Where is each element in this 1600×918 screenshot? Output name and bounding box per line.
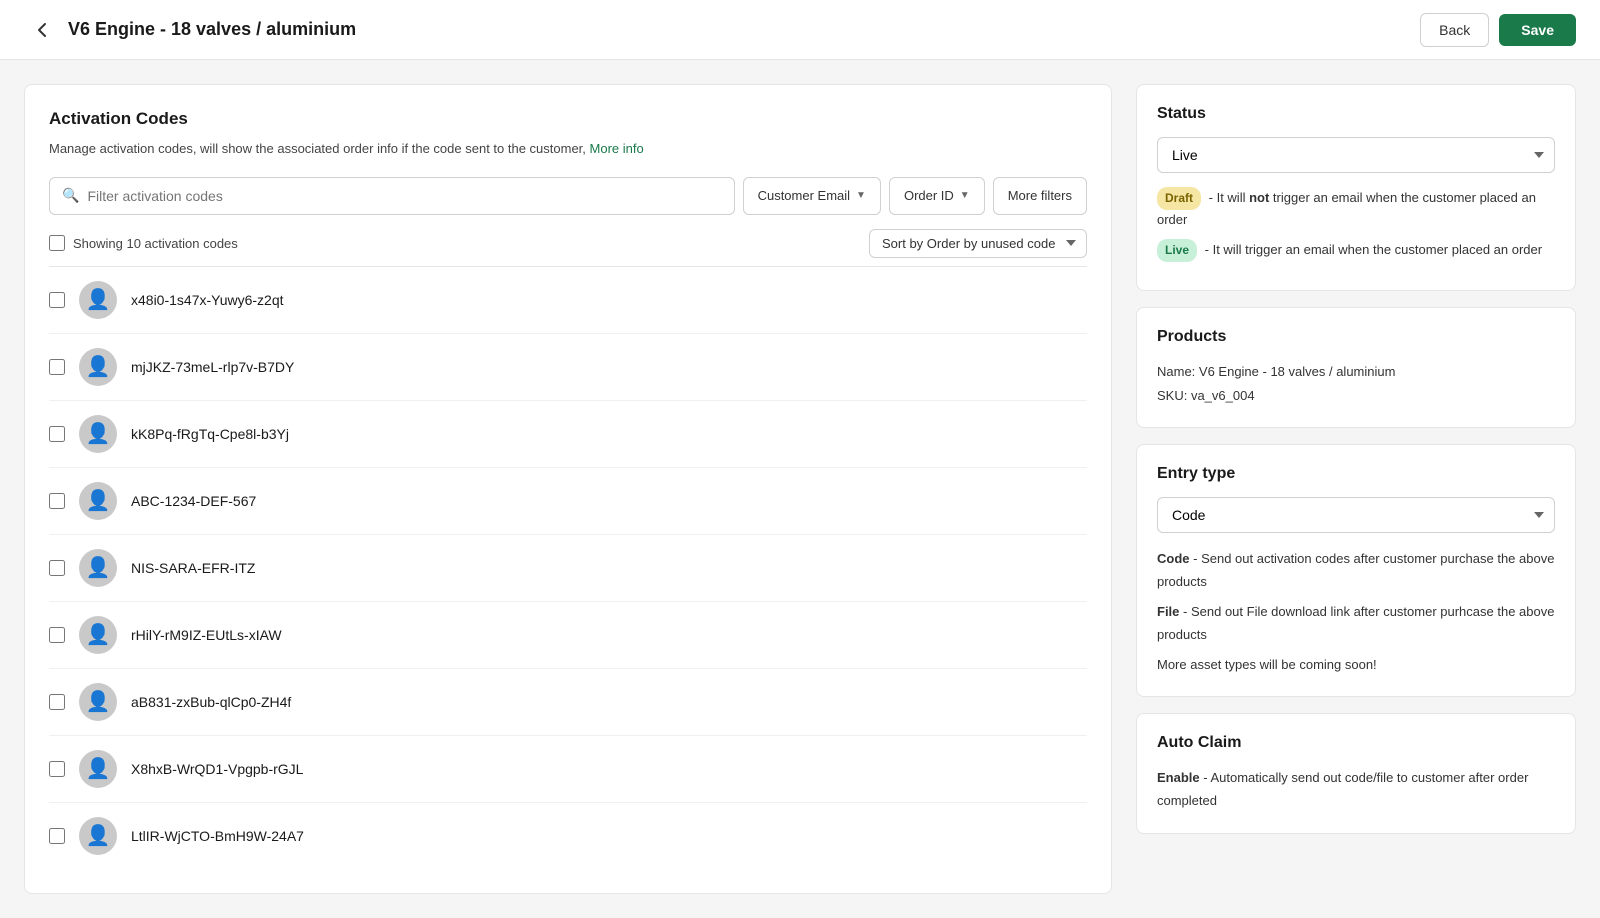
auto-claim-title: Auto Claim (1157, 734, 1555, 752)
row-checkbox-8[interactable] (49, 828, 65, 844)
activation-code-text: NIS-SARA-EFR-ITZ (131, 560, 255, 576)
entry-type-select[interactable]: Code File (1157, 497, 1555, 533)
showing-label: Showing 10 activation codes (73, 236, 238, 251)
activation-codes-title: Activation Codes (49, 109, 1087, 129)
avatar: 👤 (79, 348, 117, 386)
activation-code-text: rHilY-rM9IZ-EUtLs-xIAW (131, 627, 282, 643)
app-header: V6 Engine - 18 valves / aluminium Back S… (0, 0, 1600, 60)
user-icon: 👤 (86, 756, 111, 781)
avatar: 👤 (79, 750, 117, 788)
products-section: Products Name: V6 Engine - 18 valves / a… (1136, 307, 1576, 428)
customer-email-filter[interactable]: Customer Email ▼ (743, 177, 881, 215)
table-row: 👤 X8hxB-WrQD1-Vpgpb-rGJL (49, 736, 1087, 803)
row-checkbox-0[interactable] (49, 292, 65, 308)
activation-code-text: kK8Pq-fRgTq-Cpe8l-b3Yj (131, 426, 289, 442)
select-all-checkbox[interactable] (49, 235, 65, 251)
activation-code-text: mjJKZ-73meL-rlp7v-B7DY (131, 359, 294, 375)
entry-type-title: Entry type (1157, 465, 1555, 483)
auto-claim-info: Enable - Automatically send out code/fil… (1157, 766, 1555, 813)
row-checkbox-6[interactable] (49, 694, 65, 710)
chevron-down-icon: ▼ (960, 190, 970, 201)
avatar: 👤 (79, 817, 117, 855)
row-checkbox-5[interactable] (49, 627, 65, 643)
user-icon: 👤 (86, 622, 111, 647)
search-wrapper: 🔍 (49, 177, 735, 215)
user-icon: 👤 (86, 555, 111, 580)
user-icon: 👤 (86, 287, 111, 312)
user-icon: 👤 (86, 421, 111, 446)
activation-code-text: LtlIR-WjCTO-BmH9W-24A7 (131, 828, 304, 844)
more-filters-button[interactable]: More filters (993, 177, 1087, 215)
avatar: 👤 (79, 482, 117, 520)
avatar: 👤 (79, 616, 117, 654)
auto-claim-section: Auto Claim Enable - Automatically send o… (1136, 713, 1576, 834)
table-row: 👤 NIS-SARA-EFR-ITZ (49, 535, 1087, 602)
sort-select[interactable]: Sort by Order by unused code (869, 229, 1087, 258)
table-row: 👤 mjJKZ-73meL-rlp7v-B7DY (49, 334, 1087, 401)
search-input[interactable] (87, 188, 721, 204)
entry-type-info: Code - Send out activation codes after c… (1157, 547, 1555, 676)
table-row: 👤 aB831-zxBub-qlCp0-ZH4f (49, 669, 1087, 736)
user-icon: 👤 (86, 488, 111, 513)
save-button[interactable]: Save (1499, 14, 1576, 46)
draft-badge: Draft (1157, 187, 1201, 210)
avatar: 👤 (79, 549, 117, 587)
user-icon: 👤 (86, 823, 111, 848)
avatar: 👤 (79, 281, 117, 319)
side-panel: Status Live Draft Draft - It will not tr… (1136, 84, 1576, 894)
row-checkbox-1[interactable] (49, 359, 65, 375)
activation-code-text: aB831-zxBub-qlCp0-ZH4f (131, 694, 291, 710)
activation-code-text: ABC-1234-DEF-567 (131, 493, 256, 509)
live-status-info: Live - It will trigger an email when the… (1157, 239, 1555, 262)
status-title: Status (1157, 105, 1555, 123)
main-panel: Activation Codes Manage activation codes… (24, 84, 1112, 894)
avatar: 👤 (79, 415, 117, 453)
table-row: 👤 LtlIR-WjCTO-BmH9W-24A7 (49, 803, 1087, 869)
row-checkbox-2[interactable] (49, 426, 65, 442)
row-checkbox-7[interactable] (49, 761, 65, 777)
back-arrow-button[interactable] (24, 12, 60, 48)
table-row: 👤 rHilY-rM9IZ-EUtLs-xIAW (49, 602, 1087, 669)
user-icon: 👤 (86, 689, 111, 714)
activation-code-text: X8hxB-WrQD1-Vpgpb-rGJL (131, 761, 303, 777)
activation-codes-description: Manage activation codes, will show the a… (49, 139, 1087, 159)
avatar: 👤 (79, 683, 117, 721)
order-id-filter[interactable]: Order ID ▼ (889, 177, 985, 215)
products-info: Name: V6 Engine - 18 valves / aluminium … (1157, 360, 1555, 407)
table-row: 👤 ABC-1234-DEF-567 (49, 468, 1087, 535)
chevron-down-icon: ▼ (856, 190, 866, 201)
products-title: Products (1157, 328, 1555, 346)
more-info-link[interactable]: More info (590, 141, 644, 156)
draft-status-info: Draft - It will not trigger an email whe… (1157, 187, 1555, 231)
search-icon: 🔍 (62, 187, 79, 204)
entry-type-section: Entry type Code File Code - Send out act… (1136, 444, 1576, 697)
table-row: 👤 x48i0-1s47x-Yuwy6-z2qt (49, 267, 1087, 334)
user-icon: 👤 (86, 354, 111, 379)
activation-code-text: x48i0-1s47x-Yuwy6-z2qt (131, 292, 284, 308)
table-row: 👤 kK8Pq-fRgTq-Cpe8l-b3Yj (49, 401, 1087, 468)
row-checkbox-4[interactable] (49, 560, 65, 576)
back-button[interactable]: Back (1420, 13, 1489, 47)
code-list: 👤 x48i0-1s47x-Yuwy6-z2qt 👤 mjJKZ-73meL-r… (49, 266, 1087, 869)
status-section: Status Live Draft Draft - It will not tr… (1136, 84, 1576, 291)
status-select[interactable]: Live Draft (1157, 137, 1555, 173)
row-checkbox-3[interactable] (49, 493, 65, 509)
live-badge: Live (1157, 239, 1197, 262)
page-title: V6 Engine - 18 valves / aluminium (68, 19, 1420, 40)
